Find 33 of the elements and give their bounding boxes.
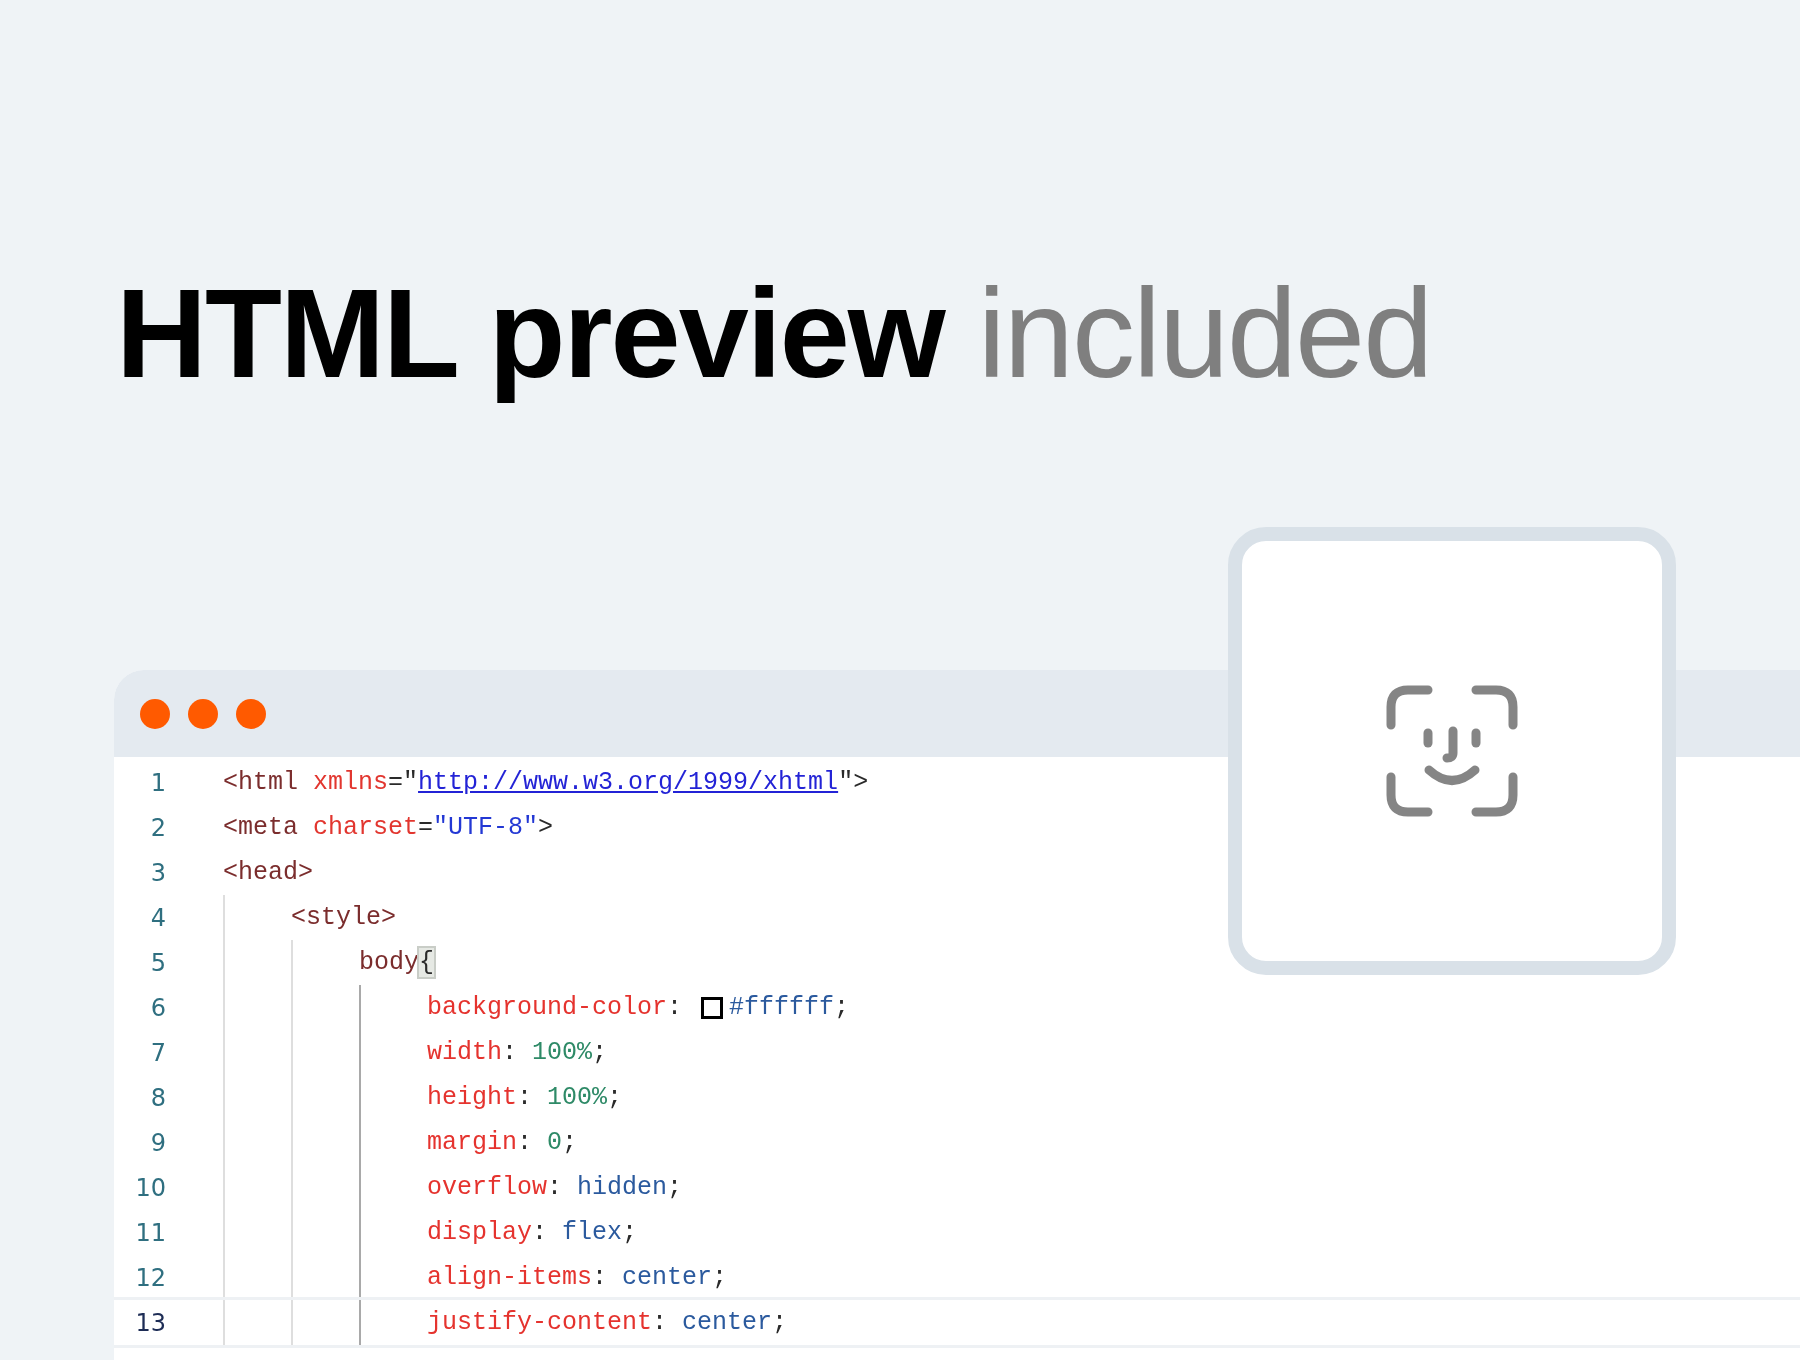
code-line: align-items: center; bbox=[427, 1263, 728, 1293]
line-number: 2 bbox=[149, 813, 166, 842]
line-number: 6 bbox=[149, 993, 166, 1022]
code-line: <html xmlns="http://www.w3.org/1999/xhtml"> bbox=[223, 768, 869, 798]
code-line: overflow: hidden; bbox=[427, 1173, 683, 1203]
headline-text: HTML preview bbox=[116, 262, 944, 406]
window-control-dot[interactable] bbox=[236, 698, 266, 729]
line-number: 5 bbox=[149, 948, 166, 977]
code-line: margin: 0; bbox=[427, 1128, 578, 1158]
line-number: 7 bbox=[149, 1038, 166, 1067]
code-line: background-color: #ffffff; bbox=[427, 993, 850, 1023]
line-number: 9 bbox=[149, 1128, 166, 1157]
line-number: 13 bbox=[134, 1308, 166, 1337]
headline-text: included bbox=[977, 262, 1432, 406]
line-number: 1 bbox=[149, 768, 166, 797]
code-line: display: flex; bbox=[427, 1218, 638, 1248]
url-link[interactable]: http://www.w3.org/1999/xhtml bbox=[418, 768, 839, 798]
line-number: 10 bbox=[134, 1173, 166, 1202]
code-line: <style> bbox=[291, 903, 397, 933]
code-line: <meta charset="UTF-8"> bbox=[223, 813, 554, 843]
window-control-dot[interactable] bbox=[188, 698, 218, 729]
line-number: 3 bbox=[149, 858, 166, 887]
code-line: justify-content: center; bbox=[427, 1308, 788, 1338]
line-number: 12 bbox=[134, 1263, 166, 1292]
code-line: body{ bbox=[359, 948, 435, 978]
line-number: 4 bbox=[149, 903, 166, 932]
code-line: <head> bbox=[223, 858, 313, 888]
code-line: width: 100%; bbox=[427, 1038, 608, 1068]
code-line: height: 100%; bbox=[427, 1083, 623, 1113]
window-control-dot[interactable] bbox=[140, 698, 170, 729]
line-number: 11 bbox=[134, 1218, 166, 1247]
face-scan-icon bbox=[1386, 685, 1518, 817]
line-number: 8 bbox=[149, 1083, 166, 1112]
